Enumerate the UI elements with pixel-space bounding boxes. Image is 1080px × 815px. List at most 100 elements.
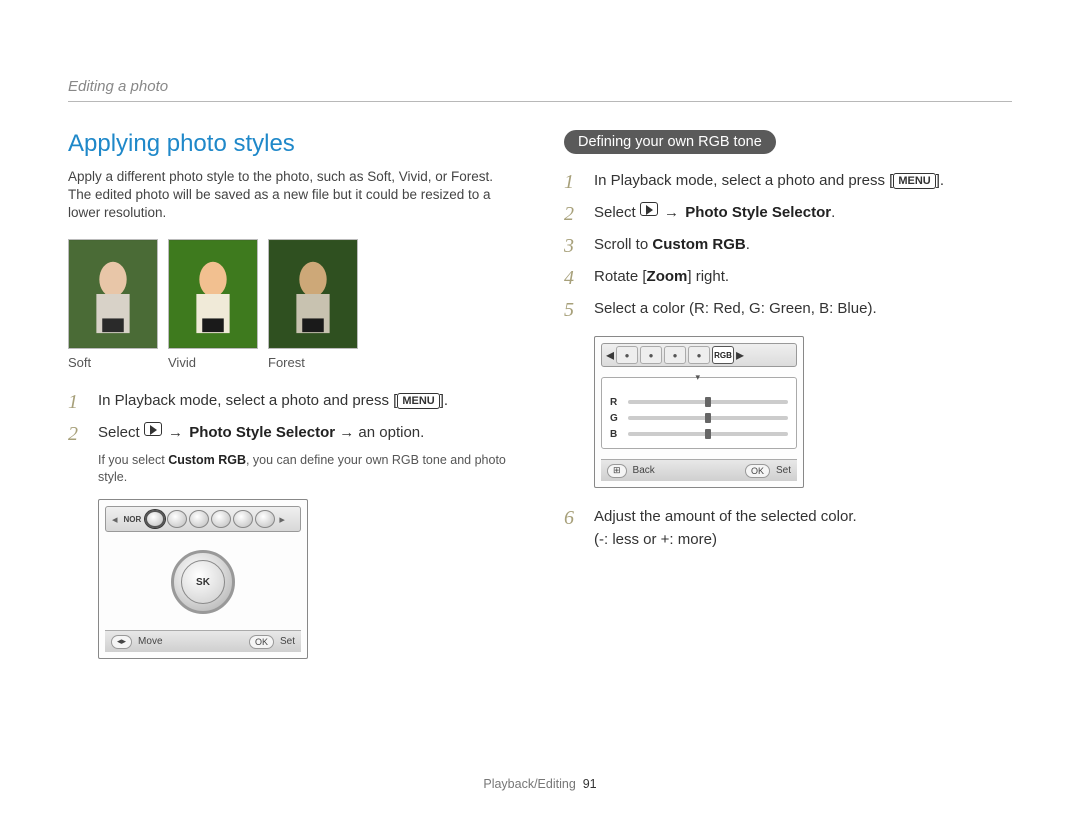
style-chip bbox=[233, 510, 253, 528]
back-hint-icon: ⊞ bbox=[607, 464, 627, 478]
style-chip bbox=[255, 510, 275, 528]
slider-marker-icon: ▾ bbox=[695, 372, 700, 383]
step-number: 2 bbox=[564, 202, 582, 226]
left-step-2-sub: If you select Custom RGB, you can define… bbox=[98, 452, 516, 486]
step-number: 2 bbox=[68, 422, 86, 446]
header-rule bbox=[68, 101, 1012, 102]
slider-g: G bbox=[610, 410, 788, 426]
nav-right-icon: ▸ bbox=[736, 345, 744, 365]
step-number: 1 bbox=[564, 170, 582, 194]
slider-label-g: G bbox=[610, 413, 620, 424]
right-step-2: 2 Select → Photo Style Selector. bbox=[564, 202, 1012, 226]
left-step-1: 1 In Playback mode, select a photo and p… bbox=[68, 390, 516, 414]
step-number: 6 bbox=[564, 506, 582, 551]
arrow-icon: → bbox=[664, 202, 679, 225]
move-hint: ◂▸ bbox=[111, 635, 132, 649]
step-text: Select bbox=[98, 424, 144, 441]
rgb-screenshot: ◂ ● ● ● ● RGB ▸ ▾ R G bbox=[594, 336, 804, 488]
step-text: ]. bbox=[936, 172, 944, 189]
step-bold: Custom RGB bbox=[652, 236, 745, 253]
footer-section: Playback/Editing bbox=[483, 777, 575, 791]
thumb-forest bbox=[268, 239, 358, 349]
menu-button-icon: MENU bbox=[893, 173, 935, 189]
menu-button-icon: MENU bbox=[397, 393, 439, 409]
style-chip bbox=[189, 510, 209, 528]
step-text: Rotate [ bbox=[594, 268, 647, 285]
slider-b: B bbox=[610, 426, 788, 442]
rgb-tab-selected: RGB bbox=[712, 346, 734, 364]
nav-right-icon: ▸ bbox=[277, 513, 287, 526]
move-label: Move bbox=[138, 636, 162, 647]
slider-r: R bbox=[610, 394, 788, 410]
slider-knob bbox=[705, 429, 711, 439]
step-text: (-: less or +: more) bbox=[594, 531, 717, 548]
page-header: Editing a photo bbox=[68, 78, 1012, 95]
dial-label: SK bbox=[196, 577, 210, 588]
footer-page-number: 91 bbox=[583, 777, 597, 791]
step-bold: Zoom bbox=[647, 268, 688, 285]
style-nor-label: NOR bbox=[122, 515, 144, 524]
ok-hint: OK bbox=[745, 464, 770, 478]
right-step-3: 3 Scroll to Custom RGB. bbox=[564, 234, 1012, 258]
style-chip bbox=[211, 510, 231, 528]
style-chip bbox=[167, 510, 187, 528]
step-text: Select a color (R: Red, G: Green, B: Blu… bbox=[594, 298, 1012, 322]
right-step-1: 1 In Playback mode, select a photo and p… bbox=[564, 170, 1012, 194]
thumb-label-soft: Soft bbox=[68, 355, 158, 370]
step-text: Scroll to bbox=[594, 236, 652, 253]
thumb-vivid bbox=[168, 239, 258, 349]
left-step-2: 2 Select → Photo Style Selector → an opt… bbox=[68, 422, 516, 446]
ok-hint: OK bbox=[249, 635, 274, 649]
play-icon bbox=[640, 202, 658, 216]
screenshot-bottom-bar: ◂▸ Move OK Set bbox=[105, 630, 301, 652]
slider-label-b: B bbox=[610, 429, 620, 440]
right-column: Defining your own RGB tone 1 In Playback… bbox=[564, 130, 1012, 659]
back-label: Back bbox=[633, 465, 655, 476]
step-text: In Playback mode, select a photo and pre… bbox=[98, 392, 397, 409]
style-selector-screenshot: ◂ NOR ▸ SK ◂▸ Move OK bbox=[98, 499, 308, 659]
step-number: 5 bbox=[564, 298, 582, 322]
rgb-tab-strip: ◂ ● ● ● ● RGB ▸ bbox=[601, 343, 797, 367]
set-label: Set bbox=[776, 465, 791, 476]
left-column: Applying photo styles Apply a different … bbox=[68, 130, 516, 659]
style-chip-selected bbox=[145, 510, 165, 528]
style-thumbnails bbox=[68, 239, 516, 349]
step-text: In Playback mode, select a photo and pre… bbox=[594, 172, 893, 189]
nav-left-icon: ◂ bbox=[606, 345, 614, 365]
step-number: 1 bbox=[68, 390, 86, 414]
step-text: Adjust the amount of the selected color. bbox=[594, 508, 857, 525]
rgb-tab: ● bbox=[616, 346, 638, 364]
step-number: 4 bbox=[564, 266, 582, 290]
step-text: Select bbox=[594, 204, 640, 221]
thumb-soft bbox=[68, 239, 158, 349]
play-icon bbox=[144, 422, 162, 436]
rgb-tab: ● bbox=[688, 346, 710, 364]
subsection-pill: Defining your own RGB tone bbox=[564, 130, 776, 154]
style-bar: ◂ NOR ▸ bbox=[105, 506, 301, 532]
page-footer: Playback/Editing 91 bbox=[0, 777, 1080, 791]
step-bold: Photo Style Selector bbox=[685, 204, 831, 221]
step-text: . bbox=[831, 204, 835, 221]
thumb-label-vivid: Vivid bbox=[168, 355, 258, 370]
slider-knob bbox=[705, 413, 711, 423]
rgb-sliders: ▾ R G B bbox=[601, 377, 797, 449]
thumb-label-forest: Forest bbox=[268, 355, 358, 370]
section-heading: Applying photo styles bbox=[68, 130, 516, 158]
right-step-6: 6 Adjust the amount of the selected colo… bbox=[564, 506, 1012, 551]
slider-knob bbox=[705, 397, 711, 407]
rgb-tab: ● bbox=[640, 346, 662, 364]
screenshot-bottom-bar: ⊞ Back OK Set bbox=[601, 459, 797, 481]
step-bold: Photo Style Selector bbox=[189, 424, 335, 441]
step-text: → an option. bbox=[335, 424, 424, 441]
step-text: ] right. bbox=[687, 268, 729, 285]
set-label: Set bbox=[280, 636, 295, 647]
step-number: 3 bbox=[564, 234, 582, 258]
right-step-4: 4 Rotate [Zoom] right. bbox=[564, 266, 1012, 290]
nav-left-icon: ◂ bbox=[110, 513, 120, 526]
slider-label-r: R bbox=[610, 397, 620, 408]
intro-paragraph: Apply a different photo style to the pho… bbox=[68, 168, 516, 223]
step-text: . bbox=[746, 236, 750, 253]
step-text: ]. bbox=[440, 392, 448, 409]
right-step-5: 5 Select a color (R: Red, G: Green, B: B… bbox=[564, 298, 1012, 322]
rgb-tab: ● bbox=[664, 346, 686, 364]
